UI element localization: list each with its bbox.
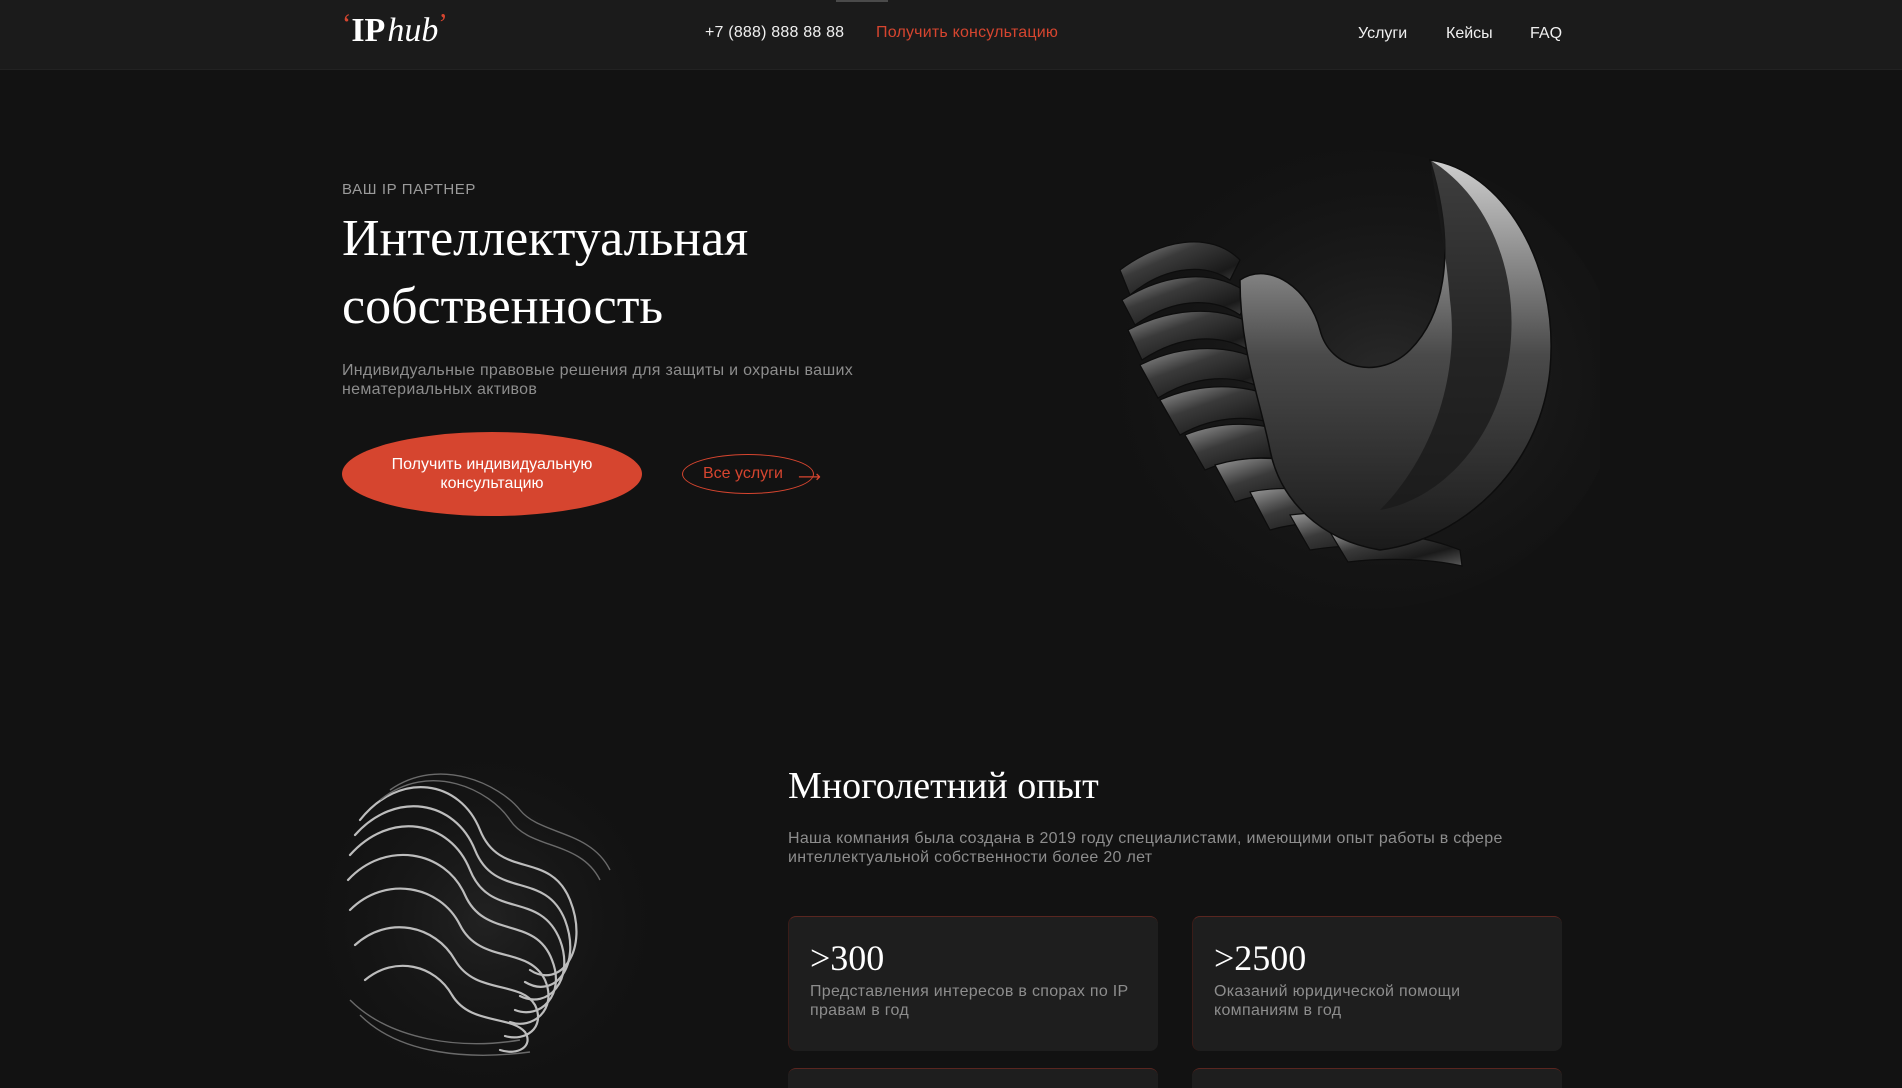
stat-label: Представления интересов в спорах по IP п… [810, 983, 1129, 1019]
logo-hub: hub [387, 12, 439, 49]
hero-title-line2: собственность [342, 278, 664, 335]
stat-value: >2500 [1214, 938, 1307, 978]
stat-label: Оказаний юридической помощи компаниям в … [1214, 983, 1461, 1019]
arrow-right-icon: ⟶ [798, 469, 821, 486]
stat-card: >300 Представления интересов в спорах по… [788, 916, 1158, 1051]
nav-faq[interactable]: FAQ [1530, 25, 1562, 43]
logo-ip: IP [351, 12, 386, 49]
individual-consultation-button[interactable]: Получить индивидуальную консультацию [342, 432, 642, 516]
logo-quote-close: ’ [438, 9, 448, 40]
nav-services[interactable]: Услуги [1358, 25, 1407, 43]
experience-subtitle: Наша компания была создана в 2019 году с… [788, 830, 1503, 866]
hero-sculpture-image [1100, 150, 1600, 610]
stat-card-partial [1192, 1068, 1562, 1088]
stat-value: >300 [810, 938, 885, 978]
experience-title: Многолетний опыт [788, 765, 1099, 807]
hero-title: Интеллектуальная собственность [342, 205, 962, 341]
iphub-logo[interactable]: ‘ IP hub ’ [342, 9, 448, 54]
hero-title-line1: Интеллектуальная [342, 210, 749, 267]
phone-link[interactable]: +7 (888) 888 88 88 [705, 24, 844, 42]
nav-cases[interactable]: Кейсы [1446, 25, 1493, 43]
cta-label: Получить индивидуальную консультацию [391, 456, 593, 492]
all-services-button[interactable]: Все услуги ⟶ [682, 454, 832, 494]
stat-card: >2500 Оказаний юридической помощи компан… [1192, 916, 1562, 1051]
logo-quote-open: ‘ [342, 9, 352, 40]
consultation-link[interactable]: Получить консультацию [876, 24, 1058, 42]
services-button-label: Все услуги [703, 465, 783, 482]
wire-sculpture-image [320, 760, 650, 1080]
top-navigation-bar: ‘ IP hub ’ +7 (888) 888 88 88 Получить к… [0, 0, 1902, 70]
stat-card-partial [788, 1068, 1158, 1088]
scroll-indicator [836, 0, 888, 2]
hero-eyebrow: ВАШ IP ПАРТНЕР [342, 181, 477, 198]
hero-subtitle: Индивидуальные правовые решения для защи… [342, 362, 854, 398]
